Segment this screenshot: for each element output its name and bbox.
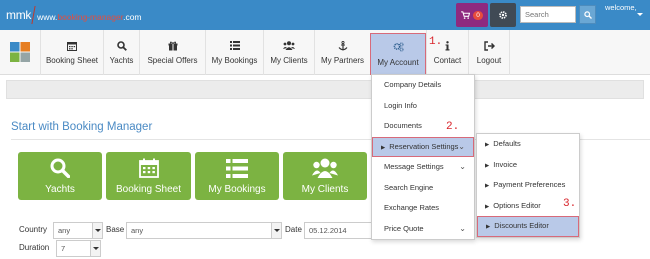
menu-item-exchange-rates[interactable]: Exchange Rates	[372, 198, 474, 219]
menu-item-reservation-settings[interactable]: ▶ Reservation Settings ⌄	[372, 136, 474, 157]
step-marker-1: 1.	[429, 36, 443, 48]
tile-my-bookings[interactable]: My Bookings	[195, 152, 279, 200]
search-icon	[116, 40, 127, 51]
list-icon	[229, 40, 240, 51]
country-select[interactable]: any	[53, 222, 103, 239]
caret-right-icon: ▶	[381, 144, 386, 151]
logo-divider	[31, 6, 36, 24]
users-icon	[283, 40, 295, 51]
duration-select[interactable]: 7	[56, 240, 101, 257]
menu-item-company-details[interactable]: Company Details	[372, 75, 474, 96]
caret-right-icon: ▶	[485, 183, 490, 189]
reservation-settings-submenu: ▶ Defaults ▶ Invoice ▶ Payment Preferences …	[476, 133, 580, 238]
nav-my-partners[interactable]: My Partners	[314, 30, 370, 75]
search-button[interactable]	[579, 5, 596, 24]
logout-icon	[483, 40, 495, 51]
search-icon	[583, 10, 592, 19]
nav-yachts[interactable]: Yachts	[103, 30, 139, 75]
list-icon	[226, 159, 248, 178]
main-nav: Booking Sheet Yachts Special Offers My B…	[0, 30, 650, 75]
nav-label: My Bookings	[211, 56, 258, 65]
cart-button[interactable]: 0	[456, 3, 488, 27]
nav-label: Logout	[476, 56, 502, 65]
duration-label: Duration	[19, 243, 50, 252]
menu-item-price-quote[interactable]: Price Quote ⌄	[372, 219, 474, 240]
settings-button[interactable]	[490, 3, 516, 27]
anchor-icon	[338, 40, 348, 51]
welcome-user[interactable]: welcome,	[605, 3, 637, 12]
chevron-down-icon: ⌄	[459, 162, 466, 171]
page-title: Start with Booking Manager	[11, 121, 153, 133]
nav-my-clients[interactable]: My Clients	[263, 30, 314, 75]
nav-booking-sheet[interactable]: Booking Sheet	[40, 30, 103, 75]
caret-right-icon: ▶	[485, 142, 490, 148]
caret-right-icon: ▶	[486, 224, 491, 230]
app-logo-icon[interactable]	[10, 42, 30, 62]
date-input[interactable]: 05.12.2014	[304, 222, 374, 239]
gear-icon	[499, 11, 507, 19]
users-icon	[312, 158, 338, 178]
country-label: Country	[19, 225, 48, 234]
gift-icon	[168, 40, 178, 51]
chevron-down-icon: ⌄	[458, 141, 465, 151]
base-label: Base	[106, 225, 125, 234]
tile-label: My Clients	[301, 184, 349, 195]
calendar-icon	[138, 158, 159, 178]
tile-label: Yachts	[45, 184, 75, 195]
submenu-item-invoice[interactable]: ▶ Invoice	[477, 155, 579, 176]
top-header: mmk www.booking-manager.com 0 welcome,	[0, 0, 650, 30]
tile-label: Booking Sheet	[115, 184, 182, 195]
cart-count-badge: 0	[473, 10, 483, 20]
tile-my-clients[interactable]: My Clients	[283, 152, 367, 200]
nav-my-bookings[interactable]: My Bookings	[205, 30, 263, 75]
base-select[interactable]: any	[126, 222, 282, 239]
brand-logo[interactable]: mmk www.booking-manager.com	[6, 4, 142, 26]
info-icon	[445, 40, 450, 51]
submenu-item-defaults[interactable]: ▶ Defaults	[477, 134, 579, 155]
search-input[interactable]	[520, 6, 576, 23]
nav-label: My Clients	[270, 56, 308, 65]
tile-yachts[interactable]: Yachts	[18, 152, 102, 200]
chevron-down-icon	[92, 223, 102, 238]
submenu-item-discounts-editor[interactable]: ▶ Discounts Editor	[477, 216, 579, 237]
chevron-down-icon	[271, 223, 281, 238]
calendar-icon	[67, 40, 77, 51]
menu-item-login-info[interactable]: Login Info	[372, 96, 474, 117]
search-icon	[50, 158, 70, 178]
account-menu: Company Details Login Info Documents ▶ Re…	[371, 74, 475, 240]
nav-my-account[interactable]: My Account	[370, 33, 426, 75]
nav-label: Special Offers	[147, 56, 198, 65]
tile-label: My Bookings	[208, 184, 266, 195]
cart-icon	[461, 11, 471, 19]
nav-label: Contact	[433, 56, 462, 65]
nav-label: Yachts	[109, 56, 134, 65]
logo-brand: mmk	[6, 8, 32, 22]
caret-right-icon: ▶	[485, 203, 490, 210]
date-label: Date	[285, 225, 302, 234]
user-menu-caret-icon[interactable]	[637, 13, 643, 16]
nav-label: My Account	[377, 57, 419, 67]
logo-url: www.booking-manager.com	[37, 12, 142, 22]
chevron-down-icon: ⌄	[459, 223, 466, 233]
nav-label: My Partners	[320, 56, 365, 65]
chevron-down-icon	[90, 241, 100, 256]
nav-logout[interactable]: Logout	[468, 30, 510, 75]
caret-right-icon: ▶	[485, 162, 490, 169]
menu-item-search-engine[interactable]: Search Engine	[372, 178, 474, 199]
step-marker-2: 2.	[446, 121, 460, 133]
step-marker-3: 3.	[563, 198, 577, 210]
submenu-item-payment-preferences[interactable]: ▶ Payment Preferences	[477, 175, 579, 196]
menu-item-message-settings[interactable]: Message Settings ⌄	[372, 157, 474, 178]
nav-special-offers[interactable]: Special Offers	[139, 30, 205, 75]
breadcrumb-bar	[6, 80, 644, 99]
gears-icon	[393, 42, 404, 53]
tile-booking-sheet[interactable]: Booking Sheet	[106, 152, 191, 200]
nav-label: Booking Sheet	[45, 56, 99, 65]
